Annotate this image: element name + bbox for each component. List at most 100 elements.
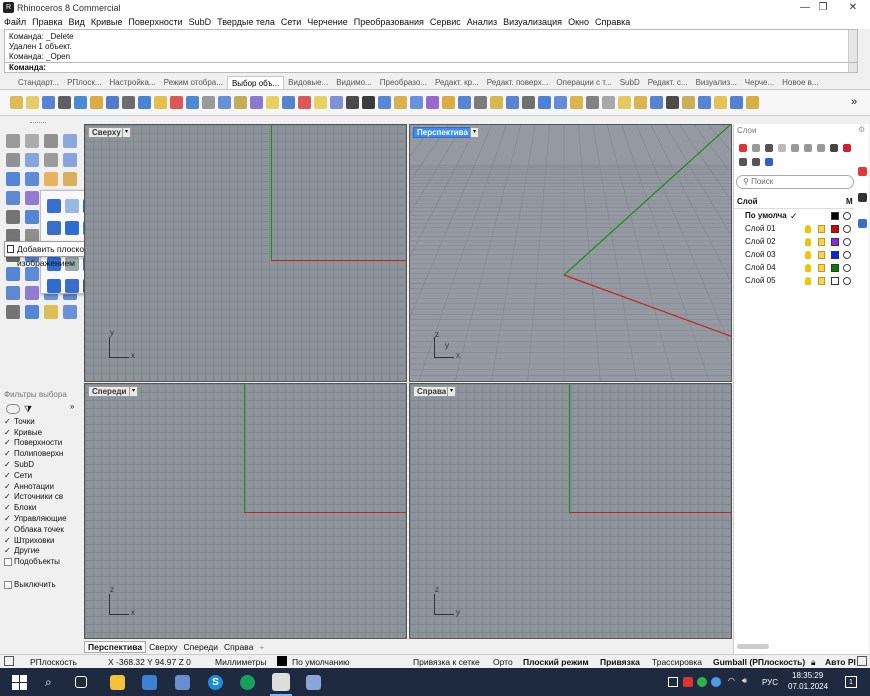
toolbar-tab[interactable]: Новое в... (778, 76, 822, 89)
filter-checkbox[interactable]: ✓ Другие (0, 546, 82, 557)
layer-tool-icon[interactable] (739, 158, 747, 166)
menu-item[interactable]: Преобразования (354, 17, 424, 27)
material-circle-icon[interactable] (843, 238, 851, 246)
layer-tool-icon[interactable] (843, 144, 851, 152)
eye-icon[interactable] (6, 404, 20, 414)
flyout-tool-icon[interactable] (65, 199, 79, 213)
menu-item[interactable]: Кривые (91, 17, 123, 27)
toolbar-tab[interactable]: Редакт. с... (644, 76, 692, 89)
material-circle-icon[interactable] (843, 225, 851, 233)
visibility-bulb-icon[interactable] (805, 264, 811, 272)
viewport-menu-icon[interactable]: ▾ (470, 127, 479, 138)
palette-tool-icon[interactable] (25, 172, 39, 186)
menu-item[interactable]: Файл (4, 17, 26, 27)
visibility-bulb-icon[interactable] (805, 238, 811, 246)
expand-icon[interactable]: » (70, 402, 74, 411)
edge-icon[interactable] (240, 675, 255, 690)
layer-tool-icon[interactable] (739, 144, 747, 152)
flyout-tool-icon[interactable] (47, 199, 61, 213)
toolbar-tab[interactable]: Визуализ... (692, 76, 741, 89)
toolbar-tool-icon[interactable] (106, 96, 119, 109)
toolbar-tool-icon[interactable] (426, 96, 439, 109)
notification-icon[interactable]: 1 (845, 676, 857, 688)
layer-row[interactable]: Слой 02 (734, 236, 854, 248)
palette-tool-icon[interactable] (44, 305, 58, 319)
filter-checkbox[interactable]: ✓ Аннотации (0, 481, 82, 492)
command-input[interactable]: Команда: (4, 62, 858, 73)
viewport-menu-icon[interactable]: ▾ (129, 386, 138, 397)
toolbar-tool-icon[interactable] (458, 96, 471, 109)
toolbar-tab[interactable]: Видимо... (332, 76, 376, 89)
filter-checkbox[interactable]: ✓ Поверхности (0, 438, 82, 449)
grasshopper-icon[interactable] (306, 675, 321, 690)
toolbar-tool-icon[interactable] (122, 96, 135, 109)
palette-tool-icon[interactable] (25, 153, 39, 167)
toolbar-tab[interactable]: Черче... (741, 76, 778, 89)
file-explorer-icon[interactable] (110, 675, 125, 690)
tray-status-icon[interactable] (697, 677, 707, 687)
palette-tool-icon[interactable] (63, 305, 77, 319)
panel-toggle-icon[interactable] (857, 656, 867, 666)
flyout-tool-icon[interactable] (47, 221, 61, 235)
menu-item[interactable]: Черчение (307, 17, 348, 27)
status-planar[interactable]: Плоский режим (523, 657, 589, 667)
layer-tool-icon[interactable] (791, 144, 799, 152)
toolbar-tool-icon[interactable] (522, 96, 535, 109)
palette-tool-icon[interactable] (63, 172, 77, 186)
toolbar-tool-icon[interactable] (538, 96, 551, 109)
filter-checkbox[interactable]: Подобъекты (0, 556, 82, 567)
palette-tool-icon[interactable] (6, 134, 20, 148)
lock-icon[interactable] (818, 251, 825, 259)
panel-tab-icon[interactable] (858, 219, 867, 228)
layer-tool-icon[interactable] (752, 144, 760, 152)
menu-item[interactable]: Визуализация (503, 17, 562, 27)
toolbar-tab[interactable]: Режим отобра... (160, 76, 227, 89)
windows-start-icon[interactable] (12, 675, 27, 690)
disable-filters-checkbox[interactable]: Выключить (0, 579, 82, 590)
toolbar-tool-icon[interactable] (26, 96, 39, 109)
toolbar-tool-icon[interactable] (202, 96, 215, 109)
toolbar-tool-icon[interactable] (154, 96, 167, 109)
flyout-tool-icon[interactable] (65, 221, 79, 235)
palette-tool-icon[interactable] (44, 172, 58, 186)
viewport-label[interactable]: Сверху (88, 127, 125, 138)
menu-item[interactable]: Твердые тела (217, 17, 275, 27)
filter-checkbox[interactable]: ✓ Полиповерхн (0, 448, 82, 459)
menu-item[interactable]: SubD (189, 17, 212, 27)
toolbar-tool-icon[interactable] (602, 96, 615, 109)
viewport-top[interactable]: Сверху ▾ y x (84, 124, 407, 382)
clock-date[interactable]: 07.01.2024 (788, 682, 828, 691)
tray-app-icon[interactable] (668, 677, 678, 687)
palette-grip[interactable] (30, 122, 46, 124)
palette-tool-icon[interactable] (25, 191, 39, 205)
toolbar-tab[interactable]: Выбор объ... (226, 76, 285, 89)
status-layer[interactable]: По умолчанию (292, 657, 349, 667)
toolbar-tool-icon[interactable] (570, 96, 583, 109)
layer-tool-icon[interactable] (830, 144, 838, 152)
layer-tool-icon[interactable] (817, 144, 825, 152)
status-cplane[interactable]: PПлоскость (30, 657, 77, 667)
toolbar-tool-icon[interactable] (410, 96, 423, 109)
toolbar-tab[interactable]: Операции с т... (552, 76, 615, 89)
viewport-label[interactable]: Справа (413, 386, 451, 397)
layers-scrollbar[interactable] (737, 644, 769, 649)
layer-row[interactable]: Слой 04 (734, 262, 854, 274)
menu-item[interactable]: Правка (32, 17, 62, 27)
material-circle-icon[interactable] (843, 212, 851, 220)
toolbar-tool-icon[interactable] (394, 96, 407, 109)
layer-row[interactable]: Слой 05 (734, 275, 854, 287)
palette-tool-icon[interactable] (44, 153, 58, 167)
store-icon[interactable] (142, 675, 157, 690)
layer-tool-icon[interactable] (752, 158, 760, 166)
viewport-menu-icon[interactable]: ▾ (122, 127, 131, 138)
palette-tool-icon[interactable] (6, 153, 20, 167)
toolbar-tab[interactable]: Стандарт... (14, 76, 63, 89)
filter-icon[interactable]: ⧩ (24, 404, 32, 415)
toolbar-tool-icon[interactable] (74, 96, 87, 109)
task-view-icon[interactable] (75, 676, 87, 688)
tab-front[interactable]: Спереди (181, 642, 221, 652)
menu-item[interactable]: Поверхности (128, 17, 182, 27)
layer-row[interactable]: Слой 01 (734, 223, 854, 235)
volume-icon[interactable]: 🔊︎ (742, 676, 747, 686)
viewport-menu-icon[interactable]: ▾ (447, 386, 456, 397)
